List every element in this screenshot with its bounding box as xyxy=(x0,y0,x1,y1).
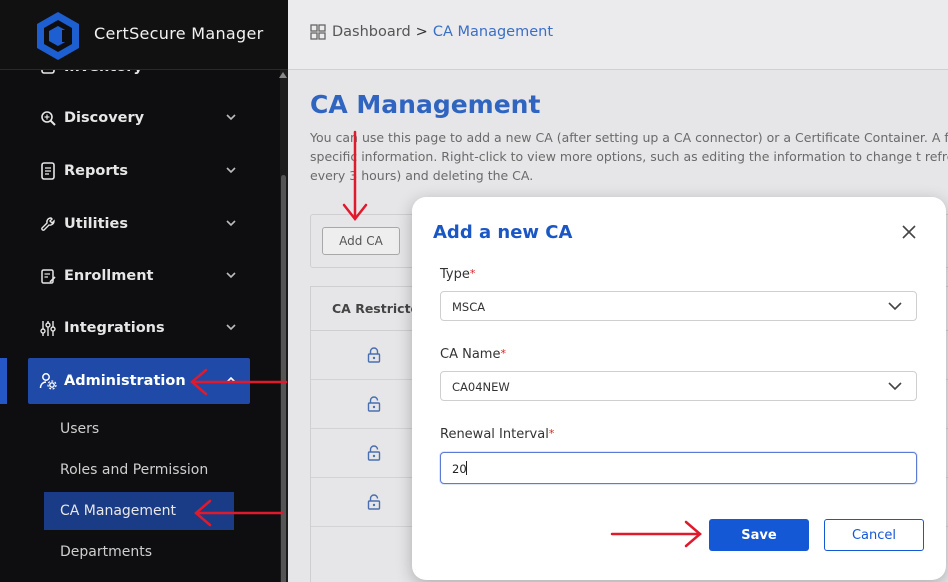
save-button[interactable]: Save xyxy=(709,519,809,551)
sidebar-item-utilities[interactable]: Utilities xyxy=(38,204,248,244)
app-title: CertSecure Manager xyxy=(94,24,264,43)
breadcrumb-current: CA Management xyxy=(432,24,553,40)
sidebar-subitem-users[interactable]: Users xyxy=(60,421,99,437)
chevron-up-icon xyxy=(226,376,236,383)
sidebar-item-label: Administration xyxy=(64,373,186,389)
sidebar-header: CertSecure Manager xyxy=(0,0,288,70)
page-title: CA Management xyxy=(310,90,541,119)
add-ca-dialog: Add a new CA Type* MSCA CA Name* CA04NEW… xyxy=(412,197,946,580)
ca-name-label: CA Name* xyxy=(440,347,506,362)
renewal-interval-input[interactable]: 20 xyxy=(440,452,917,484)
wrench-icon xyxy=(38,214,58,234)
lock-icon xyxy=(367,347,381,363)
chevron-down-icon xyxy=(888,382,902,391)
chevron-down-icon xyxy=(226,272,236,279)
sidebar-subitem-departments[interactable]: Departments xyxy=(60,544,152,560)
top-bar: Dashboard > CA Management xyxy=(288,0,948,70)
cancel-button[interactable]: Cancel xyxy=(824,519,924,551)
ca-name-label-text: CA Name xyxy=(440,347,501,362)
sidebar-item-reports[interactable]: Reports xyxy=(38,151,248,191)
text-caret xyxy=(466,461,467,475)
type-select[interactable]: MSCA xyxy=(440,291,917,321)
sidebar-item-label: Integrations xyxy=(64,320,165,336)
chevron-down-icon xyxy=(888,302,902,311)
type-label: Type* xyxy=(440,267,475,282)
unlock-icon xyxy=(367,494,381,510)
renewal-interval-value: 20 xyxy=(452,462,467,476)
enrollment-icon xyxy=(38,266,58,286)
column-header-ca-restricted[interactable]: CA Restricte xyxy=(332,301,419,316)
sidebar-item-discovery[interactable]: Discovery xyxy=(38,98,248,138)
sidebar-item-label: Utilities xyxy=(64,216,128,232)
sidebar-subitem-roles[interactable]: Roles and Permission xyxy=(60,462,208,478)
sidebar-item-label: Discovery xyxy=(64,110,145,126)
type-select-value: MSCA xyxy=(452,300,486,314)
sidebar-item-administration[interactable]: Administration xyxy=(38,361,248,401)
sidebar-item-label: Enrollment xyxy=(64,268,154,284)
reports-icon xyxy=(38,161,58,181)
ca-name-select[interactable]: CA04NEW xyxy=(440,371,917,401)
renewal-interval-label: Renewal Interval* xyxy=(440,427,554,442)
scrollbar-thumb[interactable] xyxy=(281,175,286,582)
active-indicator xyxy=(0,358,7,404)
chevron-down-icon xyxy=(226,220,236,227)
type-label-text: Type xyxy=(440,267,470,282)
required-marker: * xyxy=(469,267,476,280)
app-logo-icon xyxy=(37,12,79,60)
close-icon[interactable] xyxy=(900,223,918,241)
ca-name-select-value: CA04NEW xyxy=(452,380,510,394)
page-description: You can use this page to add a new CA (a… xyxy=(310,130,948,183)
sidebar: Inventory Discovery Reports Utilities En… xyxy=(0,0,288,582)
breadcrumb-root[interactable]: Dashboard xyxy=(332,24,411,40)
sidebar-item-enrollment[interactable]: Enrollment xyxy=(38,256,248,296)
sidebar-item-integrations[interactable]: Integrations xyxy=(38,308,248,348)
breadcrumb: Dashboard > CA Management xyxy=(310,24,553,40)
unlock-icon xyxy=(367,445,381,461)
breadcrumb-separator: > xyxy=(415,24,428,40)
admin-icon xyxy=(38,371,58,391)
sidebar-item-label: Reports xyxy=(64,163,129,179)
required-marker: * xyxy=(548,427,555,440)
add-ca-button[interactable]: Add CA xyxy=(322,227,400,255)
chevron-down-icon xyxy=(226,167,236,174)
discovery-icon xyxy=(38,108,58,128)
renewal-label-text: Renewal Interval xyxy=(440,427,549,442)
dialog-title: Add a new CA xyxy=(433,222,573,243)
dashboard-grid-icon xyxy=(310,24,326,40)
chevron-down-icon xyxy=(226,324,236,331)
chevron-down-icon xyxy=(226,114,236,121)
unlock-icon xyxy=(367,396,381,412)
scroll-up-icon[interactable] xyxy=(279,72,287,78)
integrations-icon xyxy=(38,318,58,338)
sidebar-subitem-ca-management[interactable]: CA Management xyxy=(60,503,176,519)
required-marker: * xyxy=(500,347,506,360)
